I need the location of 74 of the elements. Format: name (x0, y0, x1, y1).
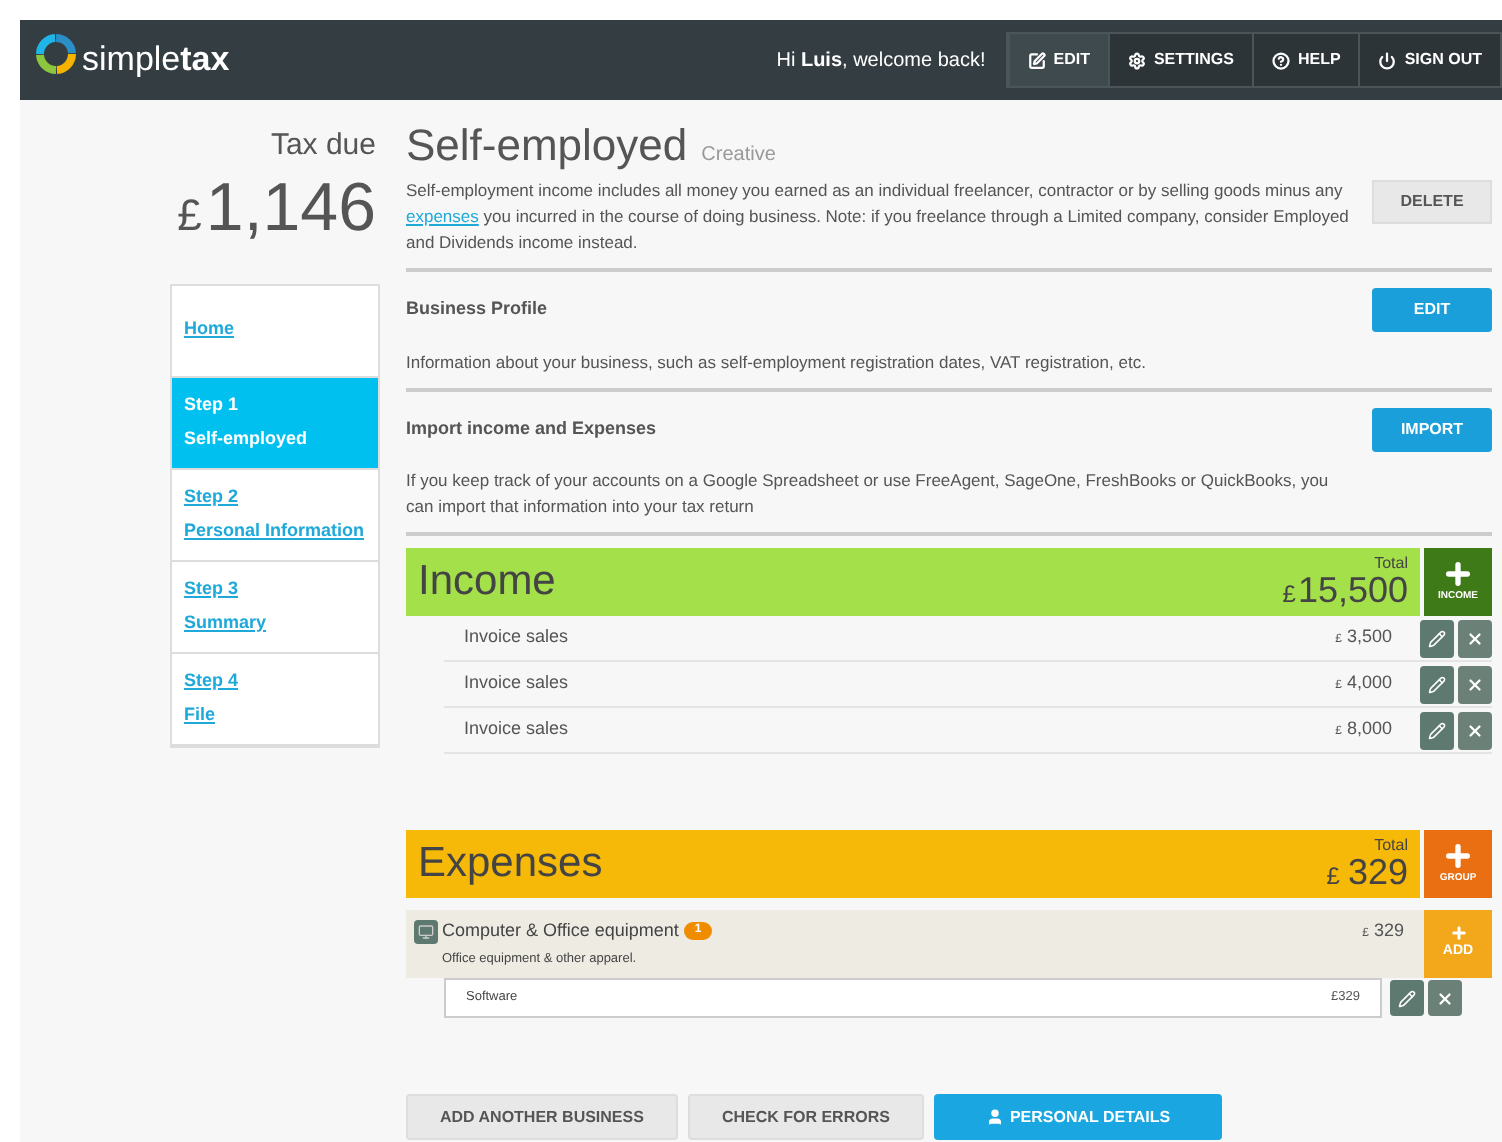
nav-button[interactable]: EDIT (1007, 34, 1108, 86)
step-item[interactable]: Step 3 Summary (172, 561, 378, 653)
plus-icon (1449, 924, 1467, 943)
step-label: Summary (184, 610, 269, 636)
nav-button[interactable]: SETTINGS (1107, 34, 1252, 86)
group-name: Computer & Office equipment (442, 918, 679, 944)
step-number: Step 4 (184, 667, 241, 694)
monitor-icon (414, 920, 438, 944)
nav-button[interactable]: HELP (1251, 34, 1359, 86)
close-icon (1466, 721, 1484, 739)
income-total: 15,500 (1297, 572, 1408, 608)
footer-button[interactable]: CHECK FOR ERRORS (687, 1094, 924, 1140)
close-icon (1466, 675, 1484, 693)
expenses-total: 329 (1347, 854, 1408, 890)
edit-icon (1027, 51, 1046, 69)
pencil-icon (1398, 989, 1416, 1007)
section-text: If you keep track of your accounts on a Google Spreadsheet or use FreeAgent, SageOne, FreshBooks or QuickBooks, you can import that information into your tax return (406, 468, 1331, 520)
expenses-link[interactable]: expenses (406, 206, 479, 226)
total-label: Total (1374, 556, 1408, 572)
step-item[interactable]: Step 2 Personal Information (172, 469, 378, 561)
income-label: Invoice sales (464, 670, 571, 697)
edit-button[interactable] (1390, 980, 1424, 1016)
section-title: Import income and Expenses (406, 415, 659, 442)
currency-symbol: £ (1282, 582, 1296, 606)
currency-symbol: £ (1326, 864, 1340, 888)
pencil-icon (1428, 675, 1446, 693)
pencil-icon (1428, 721, 1446, 739)
edit-button[interactable] (1420, 665, 1454, 703)
welcome-text: Hi Luis, welcome back! (776, 47, 986, 75)
step-item[interactable]: Step 4 File (172, 653, 378, 745)
business-description: Self-employment income includes all money you earned as an individual freelancer, contractor or by selling goods minus any expenses you incurred in the course of doing business. Note: if you freelance through a Limited company, consider Employed and Dividends income instead. (406, 178, 1351, 256)
brand-name: simpletax (82, 38, 230, 83)
help-icon (1271, 51, 1290, 69)
section-title: Business Profile (406, 296, 550, 322)
logo-icon (32, 30, 80, 78)
step-label: File (184, 702, 218, 728)
section-button[interactable]: EDIT (1372, 288, 1492, 332)
signout-icon (1378, 51, 1397, 69)
step-number: Step 1 (184, 391, 241, 418)
plus-icon (1442, 558, 1474, 591)
footer-button[interactable]: PERSONAL DETAILS (933, 1094, 1223, 1140)
income-label: Invoice sales (464, 716, 571, 743)
business-subtitle: Creative (701, 142, 776, 170)
nav-button[interactable]: SIGN OUT (1358, 34, 1500, 86)
step-item[interactable]: Step 1 Self-employed (172, 377, 378, 469)
delete-button[interactable] (1458, 665, 1492, 703)
pencil-icon (1428, 629, 1446, 647)
step-number: Step 2 (184, 483, 241, 510)
section-button[interactable]: IMPORT (1372, 407, 1492, 451)
business-title: Self-employed (406, 118, 688, 174)
edit-button[interactable] (1420, 711, 1454, 749)
close-icon (1436, 989, 1454, 1007)
person-icon (985, 1108, 1004, 1126)
step-label: Personal Information (184, 518, 366, 544)
delete-business-button[interactable]: DELETE (1372, 180, 1492, 224)
footer-button[interactable]: ADD ANOTHER BUSINESS (406, 1094, 678, 1140)
section-text: Information about your business, such as self-employment registration dates, VAT registration, etc. (406, 349, 1148, 375)
delete-button[interactable] (1458, 619, 1492, 657)
delete-button[interactable] (1458, 711, 1492, 749)
edit-button[interactable] (1420, 619, 1454, 657)
income-title: Income (418, 556, 556, 609)
close-icon (1466, 629, 1484, 647)
step-label: Home (184, 316, 237, 343)
expenses-title: Expenses (418, 838, 603, 891)
delete-button[interactable] (1428, 980, 1462, 1016)
currency-symbol: £ (177, 187, 202, 243)
step-number: Step 3 (184, 575, 241, 602)
tax-due-amount: 1,146 (205, 169, 376, 245)
total-label: Total (1374, 838, 1408, 854)
plus-icon (1442, 840, 1474, 873)
tax-due-label: Tax due (270, 126, 376, 166)
step-label: Self-employed (184, 426, 310, 452)
settings-icon (1127, 51, 1146, 69)
income-label: Invoice sales (464, 624, 571, 651)
